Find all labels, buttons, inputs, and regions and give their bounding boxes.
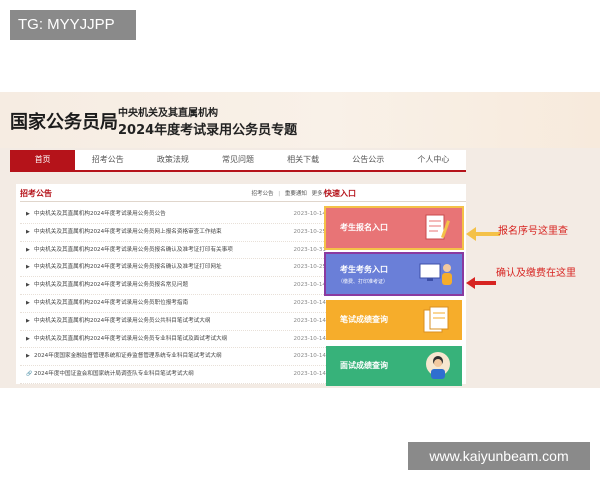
notice-item[interactable]: ▶ 中央机关及其直属机构2024年度考试录用公务员公告 2023-10-14 [20,206,332,224]
interview-score-query-button[interactable]: 面试成绩查询 [326,346,462,386]
nav-policies[interactable]: 政策法规 [140,150,205,170]
bullet-icon: ▶ [26,353,30,360]
tg-tag: TG: MYYJJPP [10,10,136,40]
nav-announcements[interactable]: 招考公告 [75,150,140,170]
bullet-icon: ▶ [26,282,30,289]
screenshot-page: TG: MYYJJPP 国家公务员局 中央机关及其直属机构 2024年度考试录用… [0,0,600,480]
card-label: 笔试成绩查询 [340,315,388,324]
quick-entry-section: 快速入口 考生报名入口 考生考务入口 （缴费、打印准考证） 笔试成绩查询 面试成… [324,188,466,386]
notice-item-text: 2024年度国家金融监督管理系统和证券监督管理系统专业科目笔试考试大纲 [34,353,222,360]
notice-item[interactable]: 🔗 2024年度中国证监会和国家统计局调查队专业科目笔试考试大纲 2023-10-1… [20,366,332,384]
notice-item-date: 2023-10-14 [293,371,326,378]
person-icon [426,352,450,379]
notice-item[interactable]: ▶ 中央机关及其直属机构2024年度考试录用公务员职位报考指南 2023-10-14 [20,295,332,313]
notice-item-date: 2023-10-14 [293,335,326,342]
notice-list: ▶ 中央机关及其直属机构2024年度考试录用公务员公告 2023-10-14 ▶ 中央… [20,206,332,384]
nav-home[interactable]: 首页 [10,150,76,170]
notice-item[interactable]: ▶ 中央机关及其直属机构2024年度考试录用公务员公共科目笔试考试大纲 2023-1… [20,313,332,331]
card-label: 考生报名入口 [340,223,388,232]
link-icon: 🔗 [26,371,33,378]
notice-section: 招考公告 招考公告 | 重要通知 更多» ▶ 中央机关及其直属机构2024年度考试… [20,188,332,384]
notice-tabs: 招考公告 | 重要通知 更多» [248,189,326,197]
bullet-icon: ▶ [26,246,30,253]
banner-subtitle-2: 2024年度考试录用公务员专题 [118,123,298,138]
notice-header: 招考公告 招考公告 | 重要通知 更多» [20,188,332,202]
yellow-arrow-icon [466,227,500,241]
tab-announcements[interactable]: 招考公告 [251,191,273,197]
notice-item[interactable]: ▶ 中央机关及其直属机构2024年度考试录用公务员专业科目笔试及面试考试大纲 202… [20,331,332,349]
notice-item[interactable]: ▶ 中央机关及其直属机构2024年度考试录用公务员报名确认及准考证打印有关事项 20… [20,242,332,260]
notice-item-text: 中央机关及其直属机构2024年度考试录用公务员公告 [34,211,166,217]
site-banner: 国家公务员局 中央机关及其直属机构 2024年度考试录用公务员专题 [0,92,600,148]
notice-item-text: 中央机关及其直属机构2024年度考试录用公务员报名确认及准考证打印网址 [34,264,222,271]
callout-registration-number: 报名序号这里查 [498,226,568,237]
bullet-icon: ▶ [26,317,30,324]
documents-icon [423,306,449,333]
tab-separator: | [278,191,281,197]
bullet-icon: ▶ [26,264,30,271]
notice-item[interactable]: ▶ 中央机关及其直属机构2024年度考试录用公务员网上报名资格审查工作结束 2023… [20,224,332,242]
red-arrow-icon [466,277,496,289]
notice-item-text: 中央机关及其直属机构2024年度考试录用公务员网上报名资格审查工作结束 [34,228,222,235]
notice-item-date: 2023-10-14 [293,353,326,360]
callout-confirm-payment: 确认及缴费在这里 [496,268,576,279]
content-panel: 招考公告 招考公告 | 重要通知 更多» ▶ 中央机关及其直属机构2024年度考试… [16,184,466,386]
notice-item-text: 中央机关及其直属机构2024年度考试录用公务员报名确认及准考证打印有关事项 [34,246,233,253]
notice-item-date: 2023-10-14 [293,211,326,217]
main-nav: 首页 招考公告 政策法规 常见问题 相关下载 公告公示 个人中心 [10,150,466,172]
notice-title: 招考公告 [20,189,52,198]
bullet-icon: ▶ [26,228,30,235]
written-score-query-button[interactable]: 笔试成绩查询 [326,300,462,340]
website-screenshot: 国家公务员局 中央机关及其直属机构 2024年度考试录用公务员专题 首页 招考公… [0,92,600,388]
notice-item-date: 2023-10-14 [293,299,326,306]
nav-downloads[interactable]: 相关下载 [271,150,336,170]
notice-item-date: 2023-10-25 [293,228,326,235]
site-title[interactable]: 国家公务员局 [10,108,118,134]
bullet-icon: ▶ [26,335,30,342]
notice-item-date: 2023-10-31 [293,246,326,253]
notice-item[interactable]: ▶ 中央机关及其直属机构2024年度考试录用公务员报名确认及准考证打印网址 2023… [20,259,332,278]
bullet-icon: ▶ [26,299,30,306]
notice-item-text: 中央机关及其直属机构2024年度考试录用公务员报名常见问题 [34,282,189,289]
notice-item-text: 2024年度中国证监会和国家统计局调查队专业科目笔试考试大纲 [34,371,194,378]
watermark: www.kaiyunbeam.com [408,442,590,470]
quick-entry-title: 快速入口 [324,188,466,202]
bullet-icon: ▶ [26,211,30,217]
nav-faq[interactable]: 常见问题 [205,150,270,170]
notice-item-text: 中央机关及其直属机构2024年度考试录用公务员专业科目笔试及面试考试大纲 [34,335,228,342]
candidate-registration-button[interactable]: 考生报名入口 [324,206,464,250]
nav-publicity[interactable]: 公告公示 [336,150,401,170]
candidate-exam-affairs-button[interactable]: 考生考务入口 （缴费、打印准考证） [324,252,464,296]
registration-form-icon [425,214,450,240]
tab-important-notices[interactable]: 重要通知 [285,191,307,197]
card-label: 面试成绩查询 [340,361,388,370]
card-label: 考生考务入口 [340,265,388,274]
nav-personal-center[interactable]: 个人中心 [401,150,466,170]
notice-item[interactable]: ▶ 中央机关及其直属机构2024年度考试录用公务员报名常见问题 2023-10-14 [20,277,332,295]
notice-item-date: 2023-10-25 [293,264,326,271]
notice-item-text: 中央机关及其直属机构2024年度考试录用公务员公共科目笔试考试大纲 [34,317,211,324]
notice-item-date: 2023-10-14 [293,317,326,324]
notice-item-date: 2023-10-14 [293,282,326,289]
card-sublabel: （缴费、打印准考证） [338,279,389,285]
banner-subtitle-1: 中央机关及其直属机构 [118,108,218,119]
computer-user-icon [419,263,452,285]
notice-item[interactable]: ▶ 2024年度国家金融监督管理系统和证券监督管理系统专业科目笔试考试大纲 2023… [20,348,332,367]
notice-item-text: 中央机关及其直属机构2024年度考试录用公务员职位报考指南 [34,299,189,306]
